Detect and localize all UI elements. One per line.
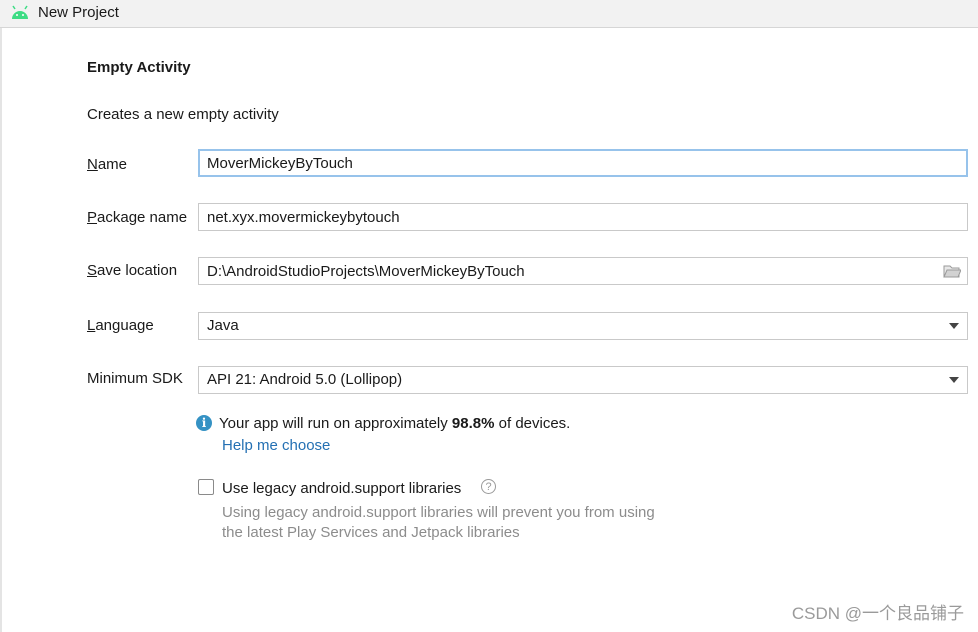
coverage-percent: 98.8% (451, 415, 495, 432)
question-icon[interactable]: ? (481, 479, 496, 494)
legacy-hint-line-2: the latest Play Services and Jetpack lib… (222, 524, 520, 541)
name-input[interactable] (207, 151, 958, 175)
save-location-label: Save location (87, 262, 178, 279)
window-edge (0, 28, 2, 632)
info-icon: i (196, 415, 212, 431)
device-coverage-text: Your app will run on approximately 98.8%… (219, 415, 571, 432)
package-name-field[interactable] (198, 203, 968, 231)
chevron-down-icon[interactable] (949, 323, 959, 329)
folder-icon[interactable] (943, 264, 961, 278)
window-title: New Project (38, 4, 119, 21)
language-dropdown[interactable]: Java (198, 312, 968, 340)
name-field[interactable] (198, 149, 968, 177)
chevron-down-icon[interactable] (949, 377, 959, 383)
package-name-label: Package name (87, 209, 188, 226)
minimum-sdk-selected: API 21: Android 5.0 (Lollipop) (207, 371, 403, 388)
watermark: CSDN @一个良品铺子 (791, 604, 964, 623)
name-label: Name (87, 156, 128, 173)
package-name-input[interactable] (207, 204, 959, 230)
language-selected: Java (207, 317, 239, 334)
page-description: Creates a new empty activity (87, 106, 279, 123)
page-title: Empty Activity (87, 59, 191, 76)
language-label: Language (87, 317, 154, 334)
minimum-sdk-dropdown[interactable]: API 21: Android 5.0 (Lollipop) (198, 366, 968, 394)
legacy-hint-line-1: Using legacy android.support libraries w… (222, 504, 655, 521)
minimum-sdk-label: Minimum SDK (87, 370, 183, 387)
save-location-input[interactable] (207, 258, 927, 284)
help-me-choose-link[interactable]: Help me choose (222, 437, 330, 454)
save-location-field[interactable] (198, 257, 968, 285)
android-icon (12, 5, 28, 19)
title-bar: New Project (0, 0, 978, 28)
legacy-support-label[interactable]: Use legacy android.support libraries (222, 480, 461, 497)
legacy-support-checkbox[interactable] (198, 479, 214, 495)
